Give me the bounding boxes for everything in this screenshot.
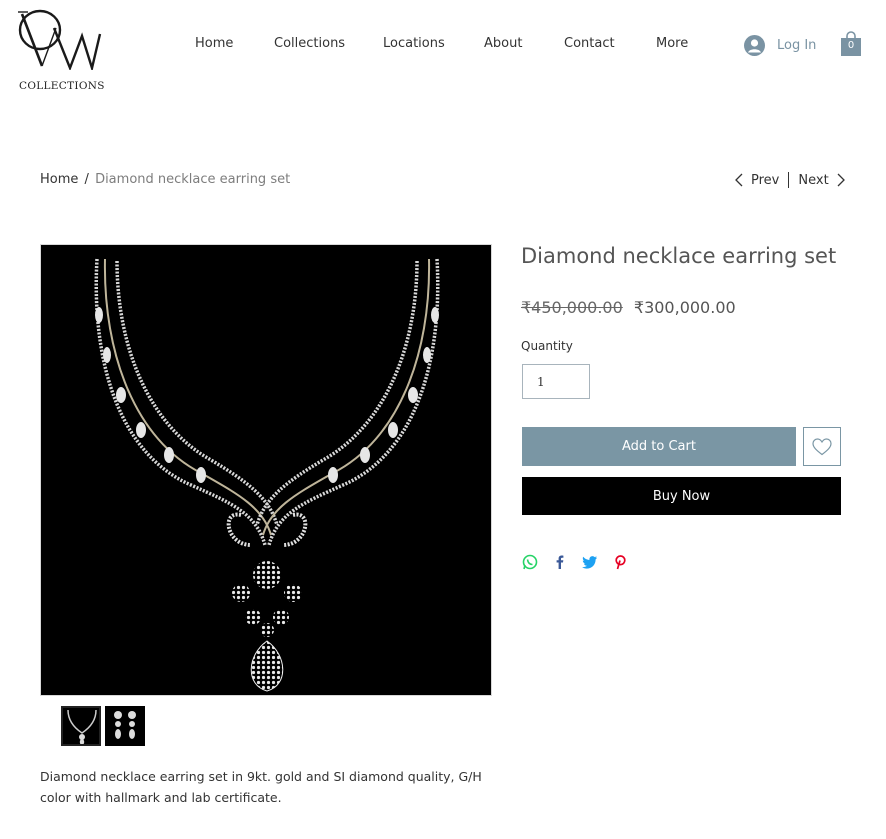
necklace-thumb-image xyxy=(67,709,97,745)
whatsapp-icon[interactable] xyxy=(522,554,538,570)
quantity-input[interactable] xyxy=(522,364,590,399)
pager-divider xyxy=(788,172,790,188)
heart-icon xyxy=(812,437,832,455)
user-avatar-icon xyxy=(744,34,765,56)
price-sale: ₹300,000.00 xyxy=(633,298,736,317)
product-pager: Prev Next xyxy=(734,170,846,190)
breadcrumb-separator: / xyxy=(84,172,89,187)
quantity-label: Quantity xyxy=(521,339,573,353)
breadcrumb-home[interactable]: Home xyxy=(40,172,78,187)
logo-text: COLLECTIONS xyxy=(19,80,105,92)
cart-count: 0 xyxy=(847,40,855,51)
twitter-icon[interactable] xyxy=(582,554,598,570)
chevron-left-icon xyxy=(735,173,743,187)
wishlist-button[interactable] xyxy=(803,427,841,466)
nav-item-locations[interactable]: Locations xyxy=(383,36,445,51)
share-bar xyxy=(522,554,628,570)
facebook-icon[interactable] xyxy=(552,554,568,570)
thumbnail-necklace[interactable] xyxy=(61,706,101,746)
prev-label: Prev xyxy=(751,172,780,188)
price-block: ₹450,000.00 ₹300,000.00 xyxy=(521,298,736,317)
chevron-right-icon xyxy=(837,173,845,187)
thumbnail-strip xyxy=(61,706,145,746)
login-label: Log In xyxy=(777,37,817,53)
product-description: Diamond necklace earring set in 9kt. gol… xyxy=(40,769,482,805)
logo-mark-icon xyxy=(18,9,102,70)
brand-logo[interactable]: COLLECTIONS xyxy=(16,8,104,92)
prev-button[interactable]: Prev xyxy=(734,173,779,188)
next-label: Next xyxy=(798,172,829,188)
add-to-cart-button[interactable]: Add to Cart xyxy=(522,427,796,466)
nav-item-contact[interactable]: Contact xyxy=(564,36,615,51)
nav-item-more[interactable]: More xyxy=(656,36,688,51)
nav-item-home[interactable]: Home xyxy=(195,36,233,51)
buy-now-button[interactable]: Buy Now xyxy=(522,477,841,515)
thumbnail-earrings[interactable] xyxy=(105,706,145,746)
necklace-image xyxy=(94,258,440,692)
login-button[interactable]: Log In xyxy=(744,34,816,56)
product-main-image[interactable] xyxy=(40,244,492,696)
earrings-thumb-image xyxy=(114,711,136,739)
nav-item-about[interactable]: About xyxy=(484,36,522,51)
next-button[interactable]: Next xyxy=(798,173,845,188)
breadcrumb-current: Diamond necklace earring set xyxy=(95,172,291,187)
nav-item-collections[interactable]: Collections xyxy=(274,36,345,51)
breadcrumb: Home / Diamond necklace earring set xyxy=(40,172,290,187)
price-original: ₹450,000.00 xyxy=(521,298,623,317)
pinterest-icon[interactable] xyxy=(612,554,628,570)
product-title: Diamond necklace earring set xyxy=(521,244,837,268)
cart-button[interactable]: 0 xyxy=(840,29,864,59)
